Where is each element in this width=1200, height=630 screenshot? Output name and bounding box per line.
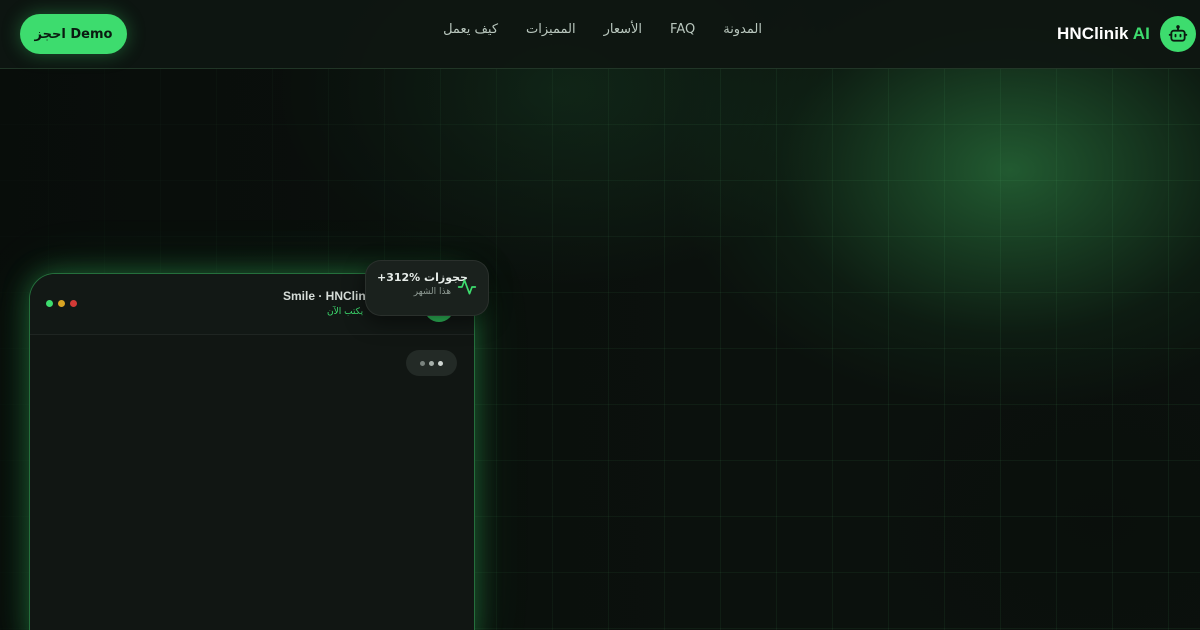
brand-name-text: HNClinik bbox=[1056, 24, 1129, 43]
typing-dots-icon bbox=[406, 350, 457, 376]
window-dot-red bbox=[70, 300, 77, 307]
brand[interactable]: HNClinik AI bbox=[1057, 14, 1196, 54]
site-header: HNClinik AI كيف يعمل المميزات الأسعار FA… bbox=[0, 0, 1200, 69]
stat-value: +312% حجوزات bbox=[377, 271, 468, 284]
brand-suffix: AI bbox=[1132, 24, 1150, 43]
typing-dot bbox=[429, 360, 434, 366]
brand-name: HNClinik AI bbox=[1057, 24, 1150, 44]
activity-icon bbox=[457, 277, 477, 297]
nav-link-features[interactable]: المميزات bbox=[526, 22, 576, 37]
window-controls bbox=[46, 300, 77, 307]
typing-dot bbox=[438, 360, 443, 366]
stat-badge: +312% حجوزات هذا الشهر bbox=[365, 260, 489, 316]
window-dot-yellow bbox=[58, 300, 65, 307]
window-dot-green bbox=[46, 300, 53, 307]
stat-subtitle: هذا الشهر bbox=[413, 287, 451, 297]
typing-dot bbox=[420, 360, 425, 366]
robot-icon bbox=[1160, 16, 1196, 52]
nav-link-blog[interactable]: المدونة bbox=[723, 22, 762, 37]
chat-window: Smile · HNClinik يكتب الآن bbox=[29, 273, 475, 630]
book-demo-button[interactable]: احجز Demo bbox=[20, 14, 127, 54]
nav-link-pricing[interactable]: الأسعار bbox=[604, 22, 642, 37]
nav-link-how-it-works[interactable]: كيف يعمل bbox=[443, 22, 498, 37]
main-nav: كيف يعمل المميزات الأسعار FAQ المدونة bbox=[443, 22, 762, 37]
chat-status: يكتب الآن bbox=[327, 307, 364, 317]
landing-page: HNClinik AI كيف يعمل المميزات الأسعار FA… bbox=[0, 0, 1200, 630]
chat-title: Smile · HNClinik bbox=[283, 289, 376, 303]
nav-link-faq[interactable]: FAQ bbox=[670, 22, 695, 37]
